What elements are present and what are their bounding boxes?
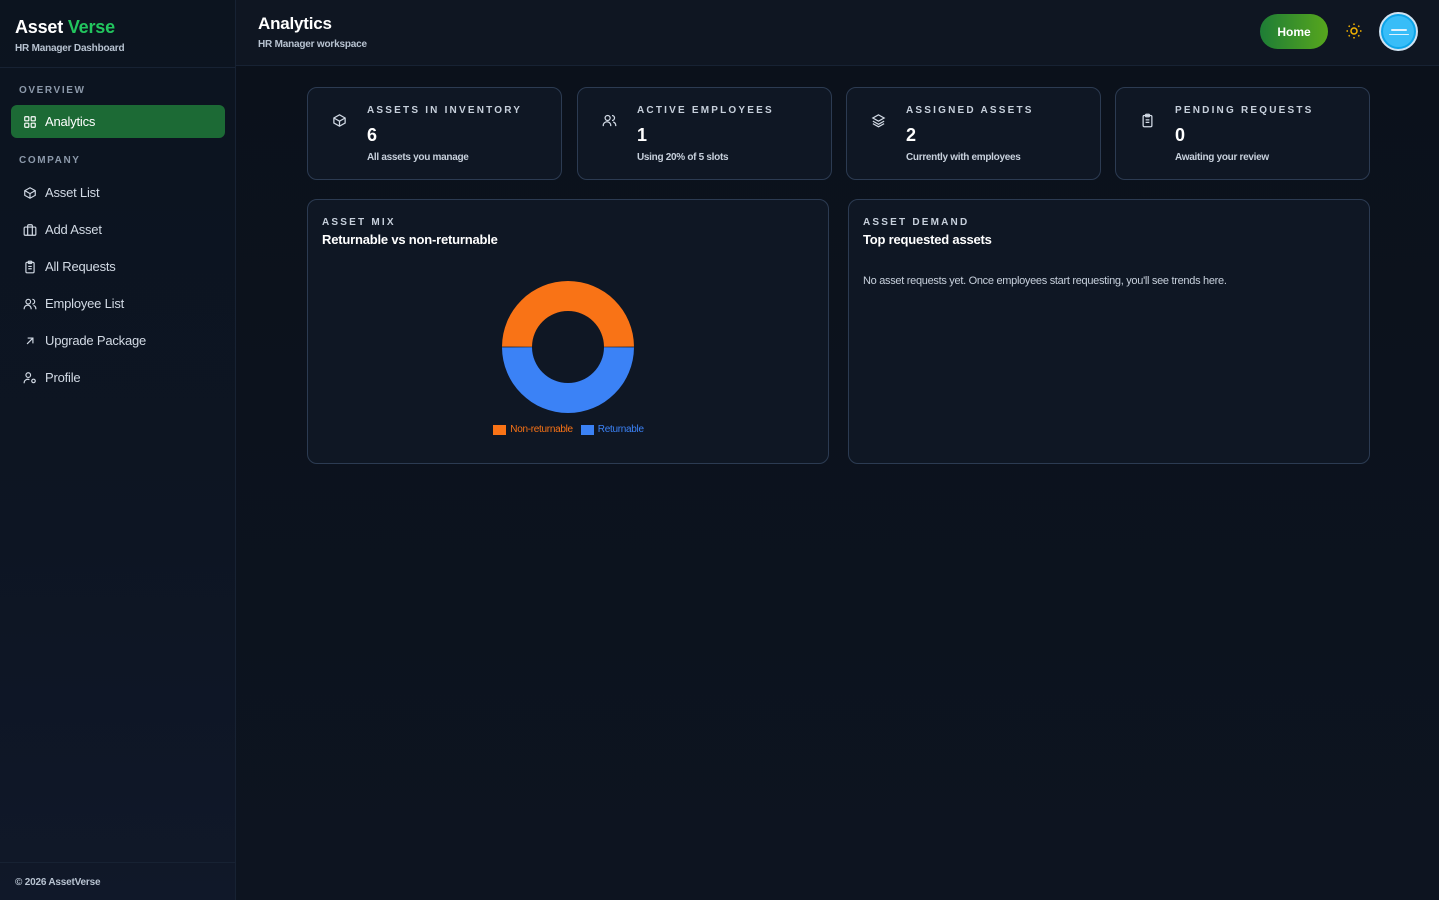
section-label-company: COMPANY [19,155,81,166]
sidebar-item-label: Analytics [45,114,96,129]
sidebar-item-label: Asset List [45,185,100,200]
legend-label: Returnable [597,424,644,435]
stat-value: 2 [906,125,917,145]
page-subtitle: HR Manager workspace [258,39,367,50]
stat-label: ASSETS IN INVENTORY [367,105,523,116]
empty-state-message: No asset requests yet. Once employees st… [863,275,1227,287]
sidebar-item-label: Add Asset [45,222,102,237]
sidebar-item-upgrade-package[interactable]: Upgrade Package [11,324,225,357]
legend-item-returnable[interactable]: Returnable [580,424,644,435]
layers-icon [871,113,886,128]
donut-slice-non-returnable[interactable] [502,280,634,347]
stat-note: All assets you manage [367,152,469,163]
brand-subtitle: HR Manager Dashboard [15,43,125,54]
stat-value: 0 [1175,125,1186,145]
stat-note: Currently with employees [906,152,1021,163]
section-label-overview: OVERVIEW [19,85,86,96]
panel-title: Top requested assets [863,232,992,247]
user-cog-icon [23,371,37,385]
asset-demand-panel: ASSET DEMAND Top requested assets No ass… [848,199,1370,464]
sidebar-footer: © 2026 AssetVerse [0,862,236,900]
sidebar-item-label: Employee List [45,296,125,311]
stat-label: PENDING REQUESTS [1175,105,1314,116]
donut-slice-returnable[interactable] [502,347,634,414]
panel-label: ASSET MIX [322,217,396,228]
legend-item-non-returnable[interactable]: Non-returnable [493,424,573,435]
stat-note: Awaiting your review [1175,152,1269,163]
stat-card-assets-in-inventory: ASSETS IN INVENTORY 6 All assets you man… [307,87,562,180]
stat-card-active-employees: ACTIVE EMPLOYEES 1 Using 20% of 5 slots [577,87,832,180]
stat-card-pending-requests: PENDING REQUESTS 0 Awaiting your review [1115,87,1370,180]
users-icon [23,297,37,311]
briefcase-icon [23,223,37,237]
legend-swatch [580,424,594,435]
sidebar-item-label: Profile [45,370,81,385]
stat-note: Using 20% of 5 slots [637,152,729,163]
brand: Asset Verse HR Manager Dashboard [0,0,235,68]
sidebar-item-label: All Requests [45,259,116,274]
arrow-up-right-icon [23,334,37,348]
stat-card-assigned-assets: ASSIGNED ASSETS 2 Currently with employe… [846,87,1101,180]
legend-label: Non-returnable [510,424,573,435]
brand-logo-text[interactable]: Asset Verse [15,17,220,38]
donut-chart [502,280,634,414]
box-icon [332,113,347,128]
chart-legend: Non-returnable Returnable [308,424,829,435]
sidebar-item-all-requests[interactable]: All Requests [11,250,225,283]
sun-icon[interactable] [1345,22,1363,40]
panel-label: ASSET DEMAND [863,217,970,228]
sidebar: Asset Verse HR Manager Dashboard OVERVIE… [0,0,236,900]
sidebar-item-label: Upgrade Package [45,333,147,348]
stat-label: ASSIGNED ASSETS [906,105,1034,116]
top-header: Analytics HR Manager workspace Home [236,0,1439,66]
brand-name-part1: Asset [15,17,68,37]
stat-value: 6 [367,125,378,145]
main-content: ASSETS IN INVENTORY 6 All assets you man… [236,66,1439,900]
home-button[interactable]: Home [1260,14,1328,49]
avatar-image [1383,16,1414,47]
clipboard-icon [23,260,37,274]
sidebar-item-add-asset[interactable]: Add Asset [11,213,225,246]
avatar[interactable] [1379,12,1418,51]
asset-mix-panel: ASSET MIX Returnable vs non-returnable N… [307,199,829,464]
box-icon [23,186,37,200]
sidebar-item-profile[interactable]: Profile [11,361,225,394]
legend-swatch [493,424,507,435]
panel-title: Returnable vs non-returnable [322,232,498,247]
grid-icon [23,115,37,129]
stat-value: 1 [637,125,648,145]
sidebar-item-employee-list[interactable]: Employee List [11,287,225,320]
avatar-mark [1388,33,1409,35]
brand-name-part2: Verse [67,17,115,37]
sidebar-item-analytics[interactable]: Analytics [11,105,225,138]
page-title: Analytics [258,14,332,33]
avatar-mark [1390,28,1407,31]
users-icon [602,113,617,128]
sidebar-item-asset-list[interactable]: Asset List [11,176,225,209]
stat-label: ACTIVE EMPLOYEES [637,105,774,116]
clipboard-icon [1140,113,1155,128]
